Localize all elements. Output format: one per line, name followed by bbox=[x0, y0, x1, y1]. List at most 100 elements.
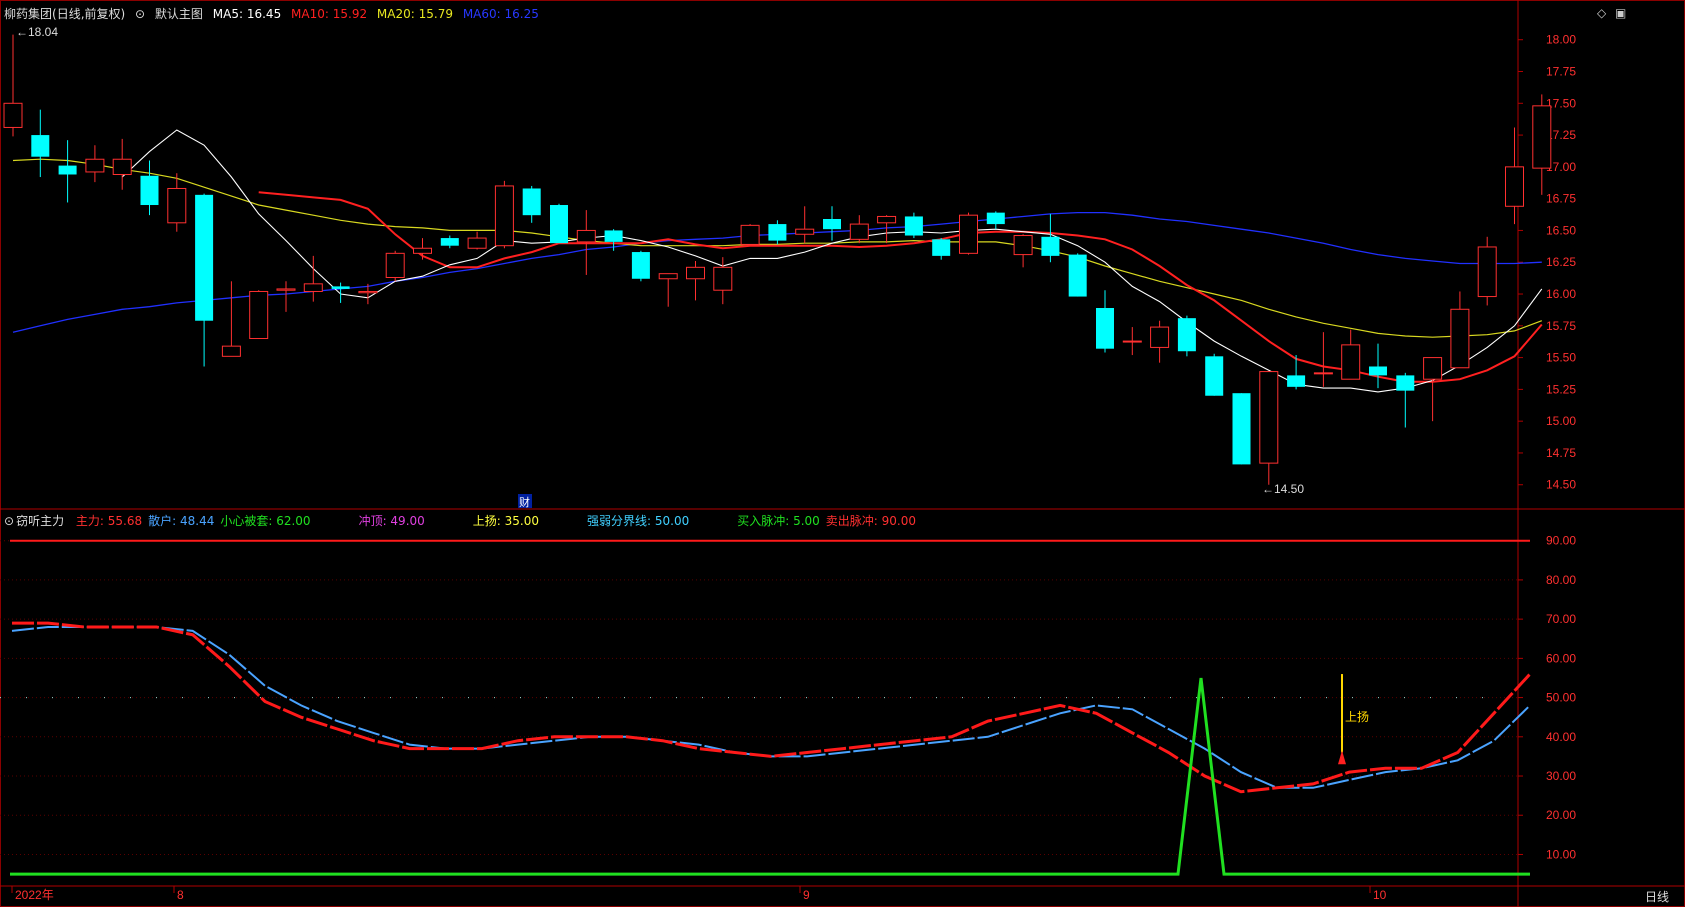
price-tick-label: 17.75 bbox=[1546, 65, 1576, 79]
candle-body-up bbox=[1341, 344, 1361, 380]
indicator-legend-item: 强弱分界线: 50.00 bbox=[587, 514, 690, 528]
candle-body-down bbox=[1369, 366, 1387, 376]
candle-body-up bbox=[686, 266, 705, 280]
candle-body-down bbox=[823, 218, 841, 230]
time-tick-label: 8 bbox=[177, 888, 184, 902]
candle-body-up bbox=[1505, 166, 1524, 207]
candle-body-up bbox=[467, 237, 487, 249]
main-chart-label[interactable]: 默认主图 bbox=[155, 7, 203, 21]
sub-tick-label: 40.00 bbox=[1546, 730, 1576, 744]
indicator-legend-item: 卖出脉冲: 90.00 bbox=[825, 514, 917, 528]
candle-body-down bbox=[195, 194, 214, 321]
dropdown-arrow-icon[interactable]: ⊙ bbox=[135, 7, 145, 21]
indicator-legend-item: 冲顶: 49.00 bbox=[358, 514, 425, 528]
buy-pulse-line bbox=[10, 677, 1530, 876]
sub-tick-label: 90.00 bbox=[1546, 534, 1576, 548]
diamond-icon[interactable]: ◇ bbox=[1597, 6, 1606, 20]
candle-body-up bbox=[249, 290, 269, 340]
candle-body-up bbox=[358, 290, 378, 294]
candle-body-up bbox=[494, 185, 514, 247]
timeframe-label[interactable]: 日线 bbox=[1645, 888, 1669, 905]
chart-frame bbox=[0, 0, 1685, 907]
sub-tick-label: 10.00 bbox=[1546, 847, 1576, 861]
indicator-legend-item: 主力: 55.68 bbox=[75, 514, 143, 528]
chart-mode: (日线,前复权) bbox=[52, 7, 126, 21]
candle-body-down bbox=[522, 188, 541, 216]
time-tick-label: 2022年 bbox=[15, 888, 54, 902]
low-marker: ←14.50 bbox=[1262, 482, 1304, 496]
price-tick-label: 18.00 bbox=[1546, 33, 1576, 47]
sub-tick-label: 70.00 bbox=[1546, 612, 1576, 626]
ma60-legend: MA60: 16.25 bbox=[462, 7, 539, 21]
indicator-name[interactable]: 窃听主力 bbox=[16, 514, 64, 528]
candle-body-up bbox=[1150, 326, 1170, 348]
restore-icon[interactable]: ▣ bbox=[1615, 6, 1626, 20]
candle-body-down bbox=[1396, 375, 1415, 391]
candle-body-up bbox=[276, 288, 296, 291]
candle-body-down bbox=[768, 224, 787, 241]
candle-body-up bbox=[1450, 308, 1470, 369]
candle-body-down bbox=[631, 252, 650, 279]
candle-body-down bbox=[604, 230, 623, 242]
candle-body-down bbox=[1205, 356, 1224, 396]
candle-body-down bbox=[440, 238, 459, 246]
candle-body-up bbox=[1122, 340, 1142, 343]
candle-body-up bbox=[959, 214, 978, 254]
indicator-legend-item: 上扬: 35.00 bbox=[472, 514, 539, 528]
candle-body-up bbox=[112, 158, 132, 175]
finance-marker: 财 bbox=[519, 495, 530, 509]
sub-tick-label: 60.00 bbox=[1546, 651, 1576, 665]
sub-tick-label: 80.00 bbox=[1546, 573, 1576, 587]
candle-body-up bbox=[795, 228, 815, 235]
candle-body-down bbox=[58, 165, 77, 175]
candle-body-up bbox=[3, 102, 23, 128]
indicator-legend-item: 散户: 48.44 bbox=[148, 514, 215, 528]
candle-body-up bbox=[1313, 372, 1333, 375]
price-tick-label: 15.75 bbox=[1546, 319, 1576, 333]
ma10-legend: MA10: 15.92 bbox=[291, 7, 368, 21]
stock-chart[interactable]: 18.0017.7517.5017.2517.0016.7516.5016.25… bbox=[0, 0, 1685, 907]
indicator-menu-icon[interactable]: ⊙ bbox=[4, 514, 14, 528]
price-tick-label: 14.75 bbox=[1546, 446, 1576, 460]
candle-body-up bbox=[385, 252, 405, 278]
candle-body-up bbox=[1477, 246, 1497, 298]
candle-body-up bbox=[1259, 371, 1279, 464]
candle-body-down bbox=[331, 286, 350, 289]
rise-signal-arrow bbox=[1338, 750, 1346, 765]
candle-body-down bbox=[31, 135, 50, 157]
candle-body-up bbox=[221, 345, 241, 357]
candle-body-up bbox=[303, 283, 323, 292]
candle-body-up bbox=[576, 229, 596, 243]
price-tick-label: 15.50 bbox=[1546, 351, 1576, 365]
indicator-header: ⊙ 窃听主力 主力: 55.68 散户: 48.44 小心被套: 62.00 冲顶: 4… bbox=[4, 512, 928, 529]
indicator-legend-item: 小心被套: 62.00 bbox=[220, 514, 311, 528]
candle-body-up bbox=[85, 158, 105, 173]
price-tick-label: 14.50 bbox=[1546, 478, 1576, 492]
indicator-legend-item: 买入脉冲: 5.00 bbox=[737, 514, 820, 528]
candle-body-down bbox=[1232, 393, 1251, 465]
candle-body-up bbox=[1532, 105, 1552, 169]
stock-name[interactable]: 柳药集团 bbox=[4, 7, 52, 21]
candle-body-up bbox=[658, 273, 678, 280]
ma5-line bbox=[121, 129, 1543, 393]
candle-body-up bbox=[713, 266, 733, 291]
price-tick-label: 16.50 bbox=[1546, 223, 1576, 237]
candle-body-down bbox=[1096, 308, 1114, 349]
candle-body-down bbox=[904, 216, 923, 236]
price-tick-label: 16.00 bbox=[1546, 287, 1576, 301]
sub-tick-label: 30.00 bbox=[1546, 769, 1576, 783]
main-chart-header: 柳药集团(日线,前复权) ⊙ 默认主图 MA5: 16.45 MA10: 15.… bbox=[4, 5, 545, 22]
time-tick-label: 9 bbox=[803, 888, 810, 902]
candle-body-up bbox=[1013, 235, 1033, 256]
sub-tick-label: 50.00 bbox=[1546, 691, 1576, 705]
candle-body-up bbox=[167, 187, 187, 224]
candle-body-down bbox=[550, 205, 568, 244]
candle-body-up bbox=[849, 223, 869, 240]
price-tick-label: 15.00 bbox=[1546, 414, 1576, 428]
candle-body-down bbox=[1177, 318, 1196, 352]
ma5-legend: MA5: 16.45 bbox=[212, 7, 282, 21]
candle-body-down bbox=[932, 239, 951, 256]
candle-body-down bbox=[986, 212, 1005, 225]
price-tick-label: 16.75 bbox=[1546, 192, 1576, 206]
main-force-line bbox=[12, 621, 1532, 794]
